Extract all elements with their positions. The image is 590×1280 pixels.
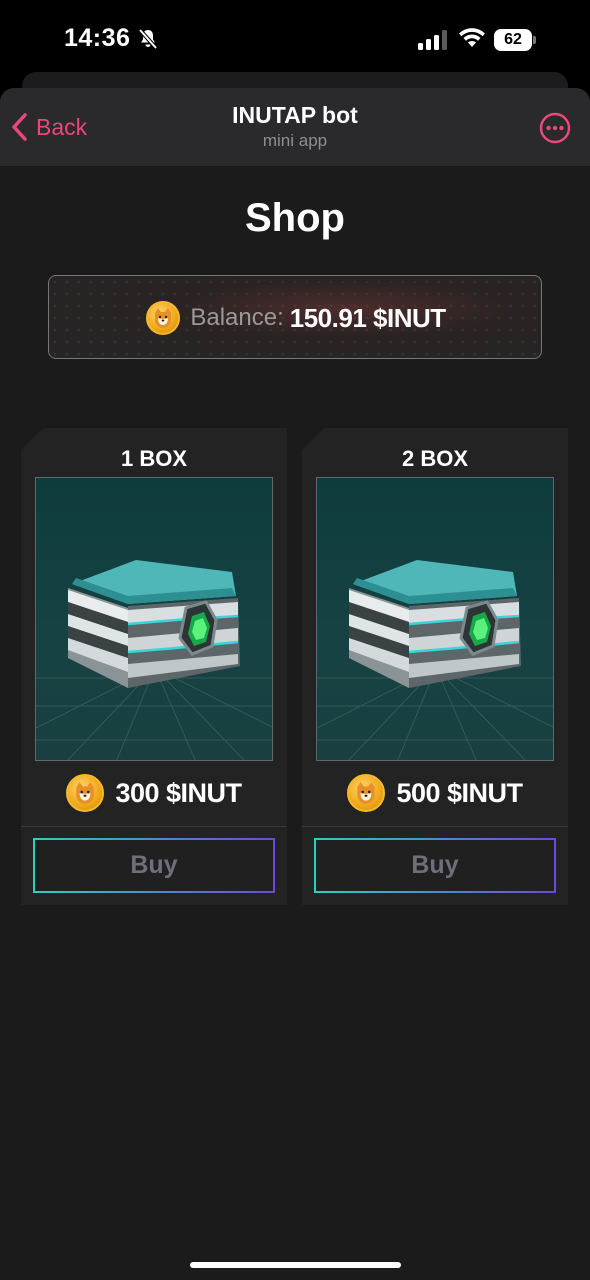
buy-button[interactable]: Buy (33, 838, 275, 893)
signal-icon (418, 30, 447, 50)
app-header: Back INUTAP bot mini app (0, 88, 590, 166)
divider (21, 826, 287, 827)
product-card: 2 BOX 500 $INUT Buy (302, 428, 568, 905)
balance-label: Balance: (190, 304, 284, 331)
home-indicator[interactable] (190, 1262, 401, 1268)
inu-coin-icon (66, 774, 105, 812)
balance-value: 150.91 $INUT (289, 302, 446, 333)
wifi-icon (459, 28, 485, 47)
buy-label: Buy (411, 851, 459, 879)
inu-coin-icon (146, 301, 181, 335)
price-row: 500 $INUT (302, 773, 568, 813)
buy-label: Buy (130, 851, 178, 879)
product-title: 1 BOX (120, 446, 188, 471)
battery-tip (533, 36, 536, 44)
bell-muted-icon (138, 28, 158, 50)
divider (302, 826, 568, 827)
price-value: 300 $INUT (115, 777, 242, 808)
product-card: 1 BOX 300 $INUT Buy (21, 428, 287, 905)
header-subtitle: mini app (262, 131, 328, 150)
battery-percent: 62 (494, 29, 532, 51)
more-options-icon[interactable] (539, 112, 571, 144)
product-title: 2 BOX (401, 446, 469, 471)
price-value: 500 $INUT (396, 777, 523, 808)
status-bar: 14:36 62 (0, 0, 590, 80)
balance-row: Balance: 150.91 $INUT (49, 276, 541, 358)
status-time: 14:36 (64, 24, 131, 52)
shop-page: Shop Balance: 150.91 $INUT 1 BOX 300 $IN… (0, 166, 590, 1280)
inu-coin-icon (347, 774, 386, 812)
price-row: 300 $INUT (21, 773, 287, 813)
battery-icon: 62 (494, 29, 536, 51)
balance-card: Balance: 150.91 $INUT (48, 275, 542, 359)
buy-button[interactable]: Buy (314, 838, 556, 893)
box-image (316, 477, 554, 761)
box-image (35, 477, 273, 761)
page-title: Shop (245, 196, 345, 240)
header-title: INUTAP bot (232, 102, 358, 128)
